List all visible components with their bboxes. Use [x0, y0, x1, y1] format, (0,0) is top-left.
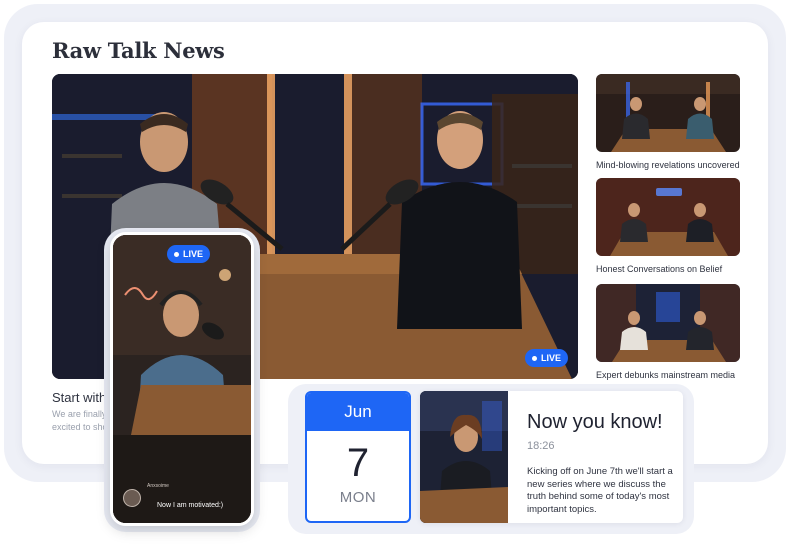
side-video-caption: Honest Conversations on Belief — [596, 264, 723, 274]
video-thumbnail[interactable] — [596, 284, 740, 362]
side-video-caption: Expert debunks mainstream media — [596, 370, 736, 380]
side-video-item[interactable]: Mind-blowing revelations uncovered — [596, 74, 740, 170]
date-card: Jun 7 MON — [305, 391, 411, 523]
side-video-item[interactable]: Honest Conversations on Belief — [596, 178, 740, 274]
stage: Raw Talk News LIVE Start with We are fin… — [0, 0, 791, 547]
event-time: 18:26 — [527, 440, 555, 452]
event-info-card[interactable]: Now you know! 18:26 Kicking off on June … — [420, 391, 683, 523]
thumbnail-image — [596, 284, 740, 362]
phone-user: Anxsoime — [123, 483, 169, 507]
live-dot-icon — [531, 355, 537, 361]
live-badge: LIVE — [524, 349, 568, 367]
hero-title[interactable]: Start with — [52, 390, 106, 405]
event-description: Kicking off on June 7th we'll start a ne… — [527, 466, 673, 515]
live-dot-icon — [174, 251, 179, 257]
phone-stream-image — [113, 235, 251, 523]
event-title: Now you know! — [527, 411, 663, 433]
live-label: LIVE — [540, 353, 561, 363]
phone-live-stream[interactable]: LIVE Anxsoime Now I am motivated:) — [110, 232, 254, 526]
phone-live-label: LIVE — [183, 249, 204, 259]
date-month: Jun — [307, 393, 409, 431]
phone-user-name: Anxsoime — [147, 483, 169, 489]
date-weekday: MON — [339, 489, 377, 506]
side-video-caption: Mind-blowing revelations uncovered — [596, 160, 740, 170]
host-image — [420, 391, 508, 523]
thumbnail-image — [596, 178, 740, 256]
brand-title: Raw Talk News — [52, 38, 225, 63]
thumbnail-image — [596, 74, 740, 152]
video-thumbnail[interactable] — [596, 74, 740, 152]
date-day: 7 — [346, 441, 370, 485]
video-thumbnail[interactable] — [596, 178, 740, 256]
phone-live-badge: LIVE — [167, 245, 211, 263]
phone-chat-message: Now I am motivated:) — [157, 502, 224, 509]
side-video-item[interactable]: Expert debunks mainstream media — [596, 284, 740, 380]
avatar — [123, 489, 141, 507]
